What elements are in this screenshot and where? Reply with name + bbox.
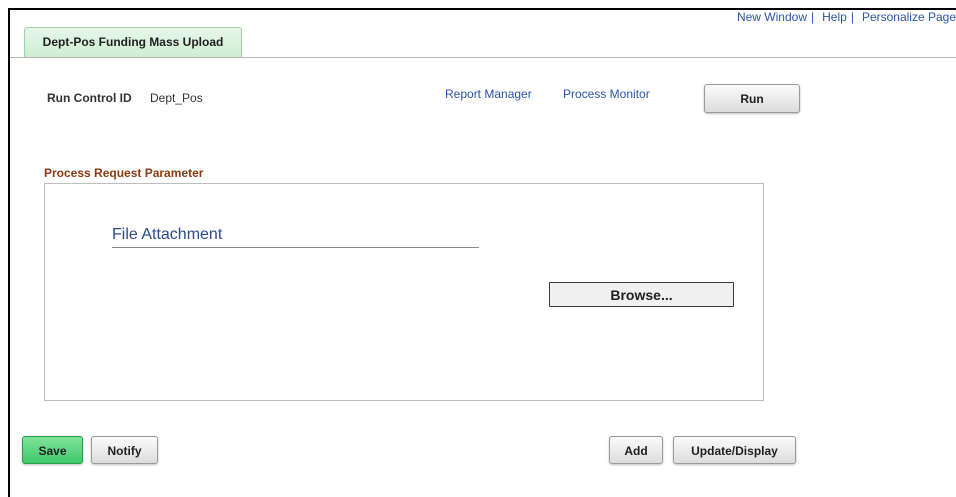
tab-dept-pos-funding-mass-upload[interactable]: Dept-Pos Funding Mass Upload bbox=[24, 27, 242, 57]
new-window-link[interactable]: New Window bbox=[737, 10, 807, 24]
file-attachment-label: File Attachment bbox=[112, 226, 223, 243]
process-monitor-link[interactable]: Process Monitor bbox=[563, 87, 650, 101]
section-title: Process Request Parameter bbox=[44, 166, 204, 180]
save-button[interactable]: Save bbox=[22, 436, 83, 464]
update-display-button[interactable]: Update/Display bbox=[673, 436, 796, 464]
report-manager-link[interactable]: Report Manager bbox=[445, 87, 532, 101]
file-attachment-underline bbox=[112, 247, 479, 248]
link-separator: | bbox=[811, 10, 815, 24]
tab-divider bbox=[10, 57, 956, 58]
run-control-label: Run Control ID bbox=[47, 91, 132, 105]
run-control-value: Dept_Pos bbox=[150, 91, 203, 105]
add-button[interactable]: Add bbox=[609, 436, 663, 464]
link-separator: | bbox=[850, 10, 854, 24]
browse-button[interactable]: Browse... bbox=[549, 282, 734, 307]
run-button[interactable]: Run bbox=[704, 84, 800, 113]
personalize-page-link[interactable]: Personalize Page bbox=[862, 10, 956, 24]
notify-button[interactable]: Notify bbox=[91, 436, 158, 464]
help-link[interactable]: Help bbox=[822, 10, 847, 24]
header-links: New Window | Help | Personalize Page bbox=[737, 10, 956, 26]
